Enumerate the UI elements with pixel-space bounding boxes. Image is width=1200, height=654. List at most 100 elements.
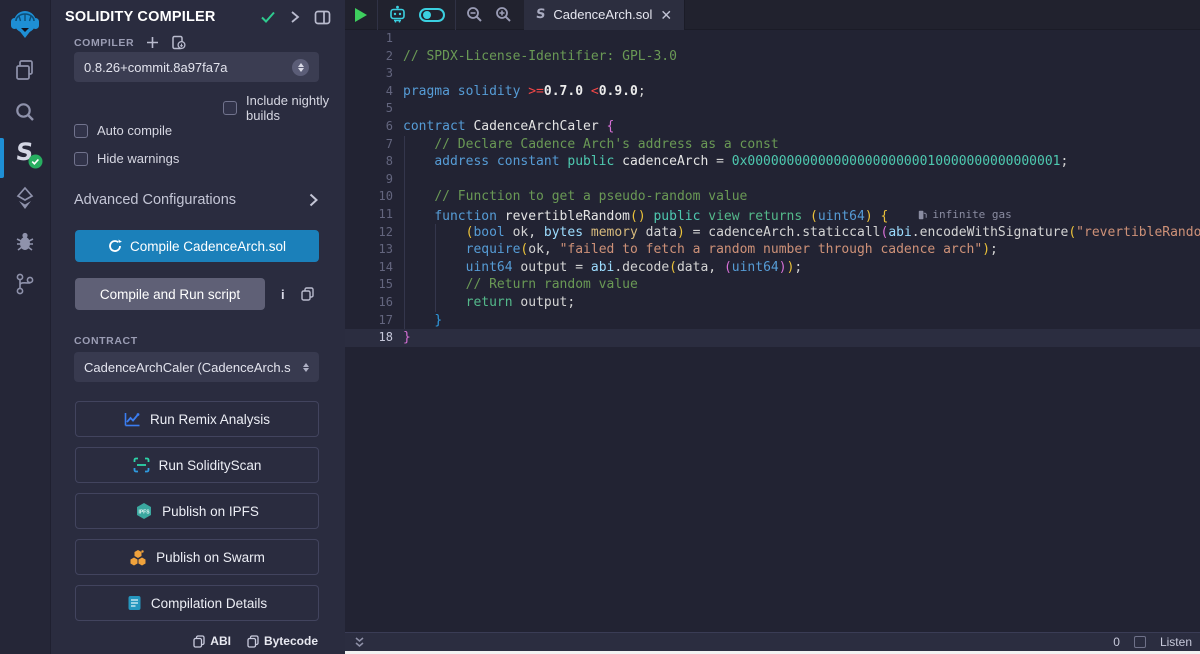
code-line[interactable]: 2// SPDX-License-Identifier: GPL-3.0 <box>345 48 1200 66</box>
compiler-label: COMPILER <box>74 37 134 49</box>
gas-pump-icon <box>918 210 927 220</box>
remix-logo[interactable] <box>0 6 50 42</box>
line-number: 12 <box>345 224 393 242</box>
terminal-expand-icon[interactable] <box>353 636 366 649</box>
bug-icon <box>13 230 37 254</box>
copy-icon[interactable] <box>301 287 314 301</box>
copy-icon <box>247 635 259 648</box>
copy-abi-button[interactable]: ABI <box>193 634 231 648</box>
code-line[interactable]: 11 function revertibleRandom() public vi… <box>345 206 1200 224</box>
line-number: 8 <box>345 153 393 171</box>
sidebar-item-debugger[interactable] <box>0 230 50 254</box>
compile-button[interactable]: Compile CadenceArch.sol <box>75 230 319 262</box>
listen-label: Listen <box>1160 635 1192 649</box>
code-text: (bool ok, bytes memory data) = cadenceAr… <box>403 224 1200 242</box>
line-number: 11 <box>345 206 393 224</box>
code-line[interactable]: 5 <box>345 100 1200 118</box>
panel-forward-button[interactable] <box>290 10 300 24</box>
compilation-details-button[interactable]: Compilation Details <box>75 585 319 621</box>
listen-transactions-checkbox[interactable] <box>1134 636 1146 648</box>
compilation-details-label: Compilation Details <box>151 596 267 611</box>
line-number: 2 <box>345 48 393 66</box>
auto-compile-checkbox[interactable] <box>74 124 88 138</box>
compiler-version-select[interactable]: 0.8.26+commit.8a97fa7a <box>74 52 319 82</box>
code-line[interactable]: 10 // Function to get a pseudo-random va… <box>345 188 1200 206</box>
auto-compile-label: Auto compile <box>97 123 172 138</box>
sidebar-item-solidity-compiler[interactable]: S <box>0 138 50 166</box>
scan-icon <box>133 457 150 473</box>
add-compiler-icon[interactable] <box>146 36 159 49</box>
publish-ipfs-button[interactable]: IPFS Publish on IPFS <box>75 493 319 529</box>
code-line[interactable]: 18} <box>345 329 1200 347</box>
publish-swarm-button[interactable]: Publish on Swarm <box>75 539 319 575</box>
ai-group <box>378 0 456 30</box>
code-line[interactable]: 15 // Return random value <box>345 276 1200 294</box>
terminal-tx-count: 0 <box>1113 635 1120 649</box>
editor-region: S CadenceArch.sol ✕ 12// SPDX-License-Id… <box>345 0 1200 654</box>
bytecode-label: Bytecode <box>264 634 318 648</box>
auto-compile-row: Auto compile <box>74 123 172 138</box>
code-line[interactable]: 12 (bool ok, bytes memory data) = cadenc… <box>345 224 1200 242</box>
remix-ai-robot-icon[interactable] <box>388 5 407 24</box>
run-remix-analysis-label: Run Remix Analysis <box>150 412 270 427</box>
code-line[interactable]: 4pragma solidity >=0.7.0 <0.9.0; <box>345 83 1200 101</box>
tab-cadencearch-sol[interactable]: S CadenceArch.sol ✕ <box>524 0 685 30</box>
line-number: 14 <box>345 259 393 277</box>
run-script-button[interactable] <box>355 8 367 22</box>
pin-panel-button[interactable] <box>314 10 331 25</box>
code-line[interactable]: 8 address constant public cadenceArch = … <box>345 153 1200 171</box>
copy-icon <box>193 635 205 648</box>
editor-topbar: S CadenceArch.sol ✕ <box>345 0 1200 30</box>
zoom-out-icon[interactable] <box>466 6 483 23</box>
run-solidityscan-button[interactable]: Run SolidityScan <box>75 447 319 483</box>
compile-success-badge <box>28 154 43 169</box>
copy-bytecode-button[interactable]: Bytecode <box>247 634 318 648</box>
panel-footer: ABI Bytecode <box>51 628 345 654</box>
line-number: 5 <box>345 100 393 118</box>
line-number: 16 <box>345 294 393 312</box>
code-text: function revertibleRandom() public view … <box>403 206 1012 224</box>
hide-warnings-checkbox[interactable] <box>74 152 88 166</box>
chevron-right-icon <box>309 193 318 207</box>
zoom-group <box>456 0 522 30</box>
code-line[interactable]: 16 return output; <box>345 294 1200 312</box>
code-line[interactable]: 13 require(ok, "failed to fetch a random… <box>345 241 1200 259</box>
sidebar-item-file-explorer[interactable] <box>0 58 50 82</box>
code-text: // Return random value <box>403 276 638 294</box>
icon-rail: S <box>0 0 50 654</box>
code-area[interactable]: 12// SPDX-License-Identifier: GPL-3.034p… <box>345 30 1200 632</box>
sidebar-item-git[interactable] <box>0 272 50 296</box>
compile-run-script-button[interactable]: Compile and Run script <box>75 278 265 310</box>
sidebar-item-deploy-run[interactable] <box>0 186 50 212</box>
code-text: address constant public cadenceArch = 0x… <box>403 153 1068 171</box>
code-text: // Declare Cadence Arch's address as a c… <box>403 136 779 154</box>
contract-label: CONTRACT <box>74 335 138 347</box>
nightly-builds-checkbox[interactable] <box>223 101 237 115</box>
ai-copilot-toggle[interactable] <box>419 8 445 22</box>
split-panel-icon <box>314 10 331 25</box>
line-number: 1 <box>345 30 393 48</box>
advanced-configurations-label: Advanced Configurations <box>74 192 309 208</box>
zoom-in-icon[interactable] <box>495 6 512 23</box>
code-line[interactable]: 3 <box>345 65 1200 83</box>
run-remix-analysis-button[interactable]: Run Remix Analysis <box>75 401 319 437</box>
code-line[interactable]: 9 <box>345 171 1200 189</box>
contract-select[interactable]: CadenceArchCaler (CadenceArch.s <box>74 352 319 382</box>
info-icon[interactable]: i <box>281 287 285 302</box>
nightly-builds-label: Include nightly builds <box>246 93 345 123</box>
code-line[interactable]: 7 // Declare Cadence Arch's address as a… <box>345 136 1200 154</box>
code-line[interactable]: 14 uint64 output = abi.decode(data, (uin… <box>345 259 1200 277</box>
remix-logo-icon <box>7 6 43 42</box>
refresh-icon <box>108 239 122 253</box>
panel-title: SOLIDITY COMPILER <box>65 9 246 25</box>
advanced-configurations-toggle[interactable]: Advanced Configurations <box>74 192 318 208</box>
code-text: // Function to get a pseudo-random value <box>403 188 747 206</box>
code-line[interactable]: 1 <box>345 30 1200 48</box>
load-compiler-file-icon[interactable] <box>171 35 186 50</box>
sidebar-item-search[interactable] <box>0 100 50 124</box>
publish-swarm-label: Publish on Swarm <box>156 550 265 565</box>
version-select-arrows-icon <box>292 59 309 76</box>
tab-close-icon[interactable]: ✕ <box>660 8 672 22</box>
code-line[interactable]: 17 } <box>345 312 1200 330</box>
code-line[interactable]: 6contract CadenceArchCaler { <box>345 118 1200 136</box>
